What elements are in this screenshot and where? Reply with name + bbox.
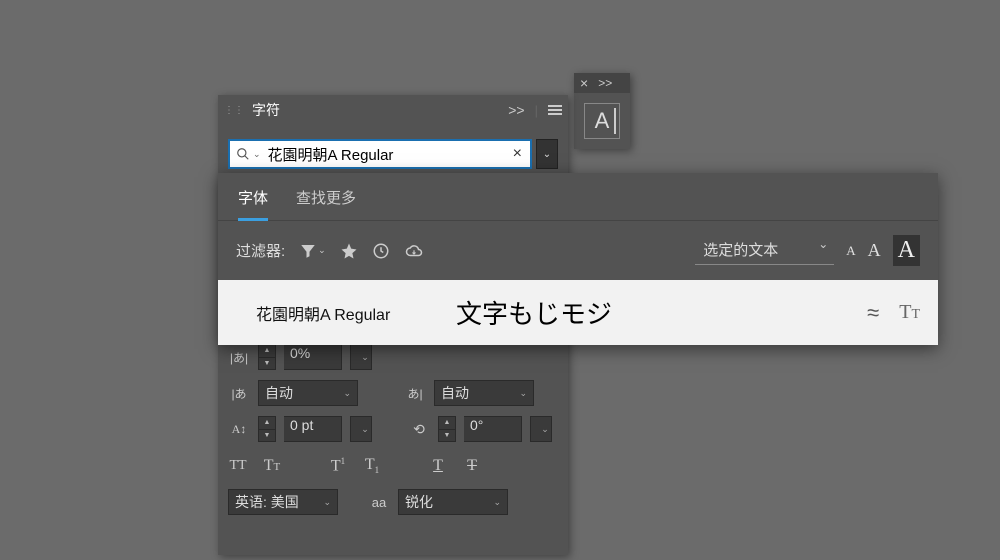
icon-panel-header: × >> (574, 73, 630, 93)
tracking-select[interactable]: 自动⌄ (434, 380, 534, 406)
smallcaps-button[interactable]: TT (262, 457, 282, 475)
search-icon (236, 147, 250, 161)
close-icon[interactable]: × (580, 75, 588, 91)
preview-size-large[interactable]: A (893, 235, 920, 266)
font-dropdown-toggle[interactable]: ⌄ (536, 139, 558, 169)
font-item-name: 花園明朝A Regular (236, 301, 436, 325)
clear-icon[interactable]: × (511, 145, 524, 163)
kerning-select[interactable]: 自动⌄ (258, 380, 358, 406)
tab-find-more[interactable]: 查找更多 (296, 187, 356, 220)
font-search-input[interactable] (264, 146, 511, 163)
tsume-dropdown[interactable]: ⌄ (350, 344, 372, 370)
font-list-item[interactable]: 花園明朝A Regular 文字もじモジ ≈ TT (218, 280, 938, 345)
rotation-dropdown[interactable]: ⌄ (530, 416, 552, 442)
tsume-icon: |あ| (228, 346, 250, 368)
chevron-down-icon[interactable]: ⌄ (253, 149, 261, 160)
font-dropdown-panel: 字体 查找更多 过滤器: ⌄ 选定的文本 A A A 花園明朝A Regular… (218, 173, 938, 345)
type-tool-tile[interactable]: A (584, 103, 620, 139)
tsume-stepper[interactable]: ▲▼ (258, 344, 276, 370)
antialias-icon: aa (368, 491, 390, 513)
preview-size-small[interactable]: A (846, 243, 855, 259)
filter-row: 过滤器: ⌄ 选定的文本 A A A (218, 221, 938, 280)
collapse-icon[interactable]: >> (598, 76, 612, 90)
cloud-activate-icon[interactable] (404, 242, 424, 260)
filter-funnel-icon[interactable]: ⌄ (299, 242, 326, 260)
superscript-button[interactable]: T1 (328, 456, 348, 475)
baseline-input[interactable]: 0 pt (284, 416, 342, 442)
font-search-row: ⌄ × ⌄ (218, 125, 568, 179)
font-search-box[interactable]: ⌄ × (228, 139, 532, 169)
text-transform-row: TT TT T1 T1 T T (228, 452, 558, 479)
panel-tab-bar: ⋮⋮ 字符 >> | (218, 95, 568, 125)
rotation-stepper[interactable]: ▲▼ (438, 416, 456, 442)
strikethrough-button[interactable]: T (462, 457, 482, 475)
baseline-shift-icon: A↕ (228, 418, 250, 440)
rotation-icon: ⟲ (408, 418, 430, 440)
tracking-icon: あ| (404, 382, 426, 404)
icon-panel-body: A (574, 93, 630, 149)
favorite-star-icon[interactable] (340, 242, 358, 260)
font-dropdown-tabs: 字体 查找更多 (218, 173, 938, 221)
preview-text-select[interactable]: 选定的文本 (695, 237, 834, 265)
tsume-input[interactable]: 0% (284, 344, 342, 370)
rotation-input[interactable]: 0° (464, 416, 522, 442)
kerning-icon: |あ (228, 382, 250, 404)
drag-grip-icon[interactable]: ⋮⋮ (224, 105, 244, 116)
divider: | (535, 103, 538, 118)
font-item-sample: 文字もじモジ (456, 294, 839, 331)
antialias-select[interactable]: 锐化⌄ (398, 489, 508, 515)
baseline-stepper[interactable]: ▲▼ (258, 416, 276, 442)
character-controls: |あ| ▲▼ 0% ⌄ |あ 自动⌄ あ| 自动⌄ A↕ ▲▼ 0 pt ⌄ ⟲… (218, 334, 568, 525)
allcaps-button[interactable]: TT (228, 458, 248, 474)
tab-fonts[interactable]: 字体 (238, 187, 268, 221)
similar-fonts-icon[interactable]: ≈ (867, 300, 879, 326)
baseline-dropdown[interactable]: ⌄ (350, 416, 372, 442)
panel-menu-icon[interactable] (548, 103, 562, 117)
truetype-icon: TT (899, 301, 920, 324)
panel-collapse-icon[interactable]: >> (508, 102, 524, 118)
underline-button[interactable]: T (428, 457, 448, 475)
recent-clock-icon[interactable] (372, 242, 390, 260)
subscript-button[interactable]: T1 (362, 456, 382, 475)
language-select[interactable]: 英语: 美国⌄ (228, 489, 338, 515)
type-icon-panel: × >> A (574, 73, 630, 149)
panel-title[interactable]: 字符 (252, 100, 280, 120)
preview-size-medium[interactable]: A (868, 240, 881, 261)
filter-label: 过滤器: (236, 240, 285, 261)
